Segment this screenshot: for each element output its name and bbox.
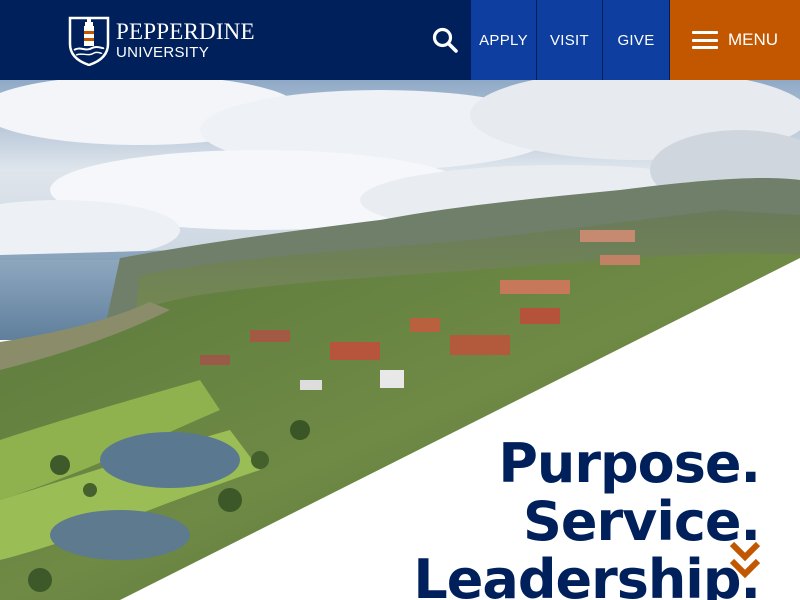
hero-section: Purpose. Service. Leadership. [0, 80, 800, 600]
logo-wordmark: PEPPERDINE UNIVERSITY [116, 20, 255, 60]
tagline-service: Service. [522, 490, 761, 553]
double-chevron-down-icon[interactable] [728, 540, 762, 582]
logo-name: PEPPERDINE [116, 19, 255, 44]
nav-apply-link[interactable]: APPLY [471, 0, 536, 80]
hero-tagline: Purpose. Service. Leadership. [413, 432, 761, 600]
logo-mark-icon [68, 16, 110, 66]
tagline-leadership: Leadership. [413, 548, 761, 600]
menu-label: MENU [727, 30, 779, 49]
tagline-purpose: Purpose. [498, 432, 761, 495]
search-icon [432, 27, 458, 53]
logo-sub: UNIVERSITY [116, 44, 210, 61]
hamburger-icon [691, 31, 718, 49]
search-button[interactable] [420, 0, 470, 80]
nav-visit-link[interactable]: VISIT [537, 0, 602, 80]
nav-give-link[interactable]: GIVE [603, 0, 669, 80]
menu-button[interactable]: MENU [670, 0, 800, 80]
site-header: PEPPERDINE UNIVERSITY APPLY VISIT GIVE M… [0, 0, 800, 80]
university-logo[interactable]: PEPPERDINE UNIVERSITY [68, 14, 255, 66]
